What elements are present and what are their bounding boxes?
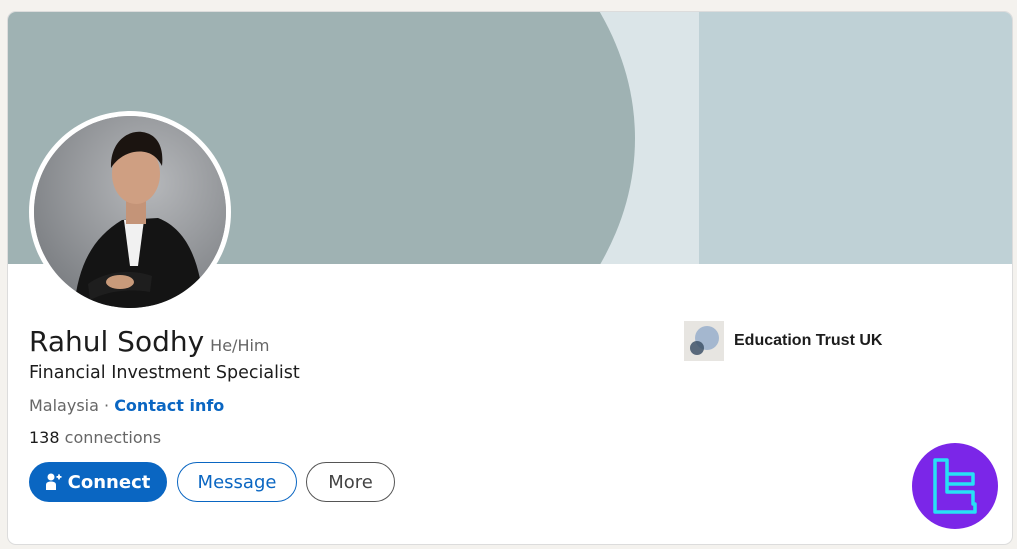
contact-info-link[interactable]: Contact info <box>114 396 224 415</box>
company-name: Education Trust UK <box>734 332 883 349</box>
profile-headline: Financial Investment Specialist <box>29 363 300 383</box>
company-logo-icon <box>684 321 724 361</box>
profile-location-row: Malaysia · Contact info <box>29 396 224 415</box>
avatar-photo <box>34 116 226 308</box>
connect-button[interactable]: Connect <box>29 462 167 502</box>
connections-label: connections <box>64 428 162 447</box>
more-button-label: More <box>328 471 373 493</box>
profile-pronouns: He/Him <box>210 336 270 355</box>
add-person-icon <box>45 473 62 490</box>
banner-panel <box>699 12 1012 264</box>
current-company[interactable]: Education Trust UK <box>684 321 882 361</box>
brand-mark <box>933 458 977 514</box>
profile-avatar[interactable] <box>29 111 231 313</box>
connect-button-label: Connect <box>67 471 151 493</box>
profile-name: Rahul Sodhy <box>29 325 205 358</box>
profile-location: Malaysia <box>29 396 99 415</box>
profile-name-row: Rahul Sodhy He/Him <box>29 325 270 358</box>
message-button[interactable]: Message <box>177 462 297 502</box>
connections-row[interactable]: 138 connections <box>29 428 161 447</box>
brand-logo-icon <box>912 443 998 529</box>
avatar-photo-art <box>34 116 226 308</box>
message-button-label: Message <box>197 471 277 493</box>
connections-count: 138 <box>29 428 60 447</box>
location-separator: · <box>104 396 115 415</box>
more-button[interactable]: More <box>306 462 395 502</box>
